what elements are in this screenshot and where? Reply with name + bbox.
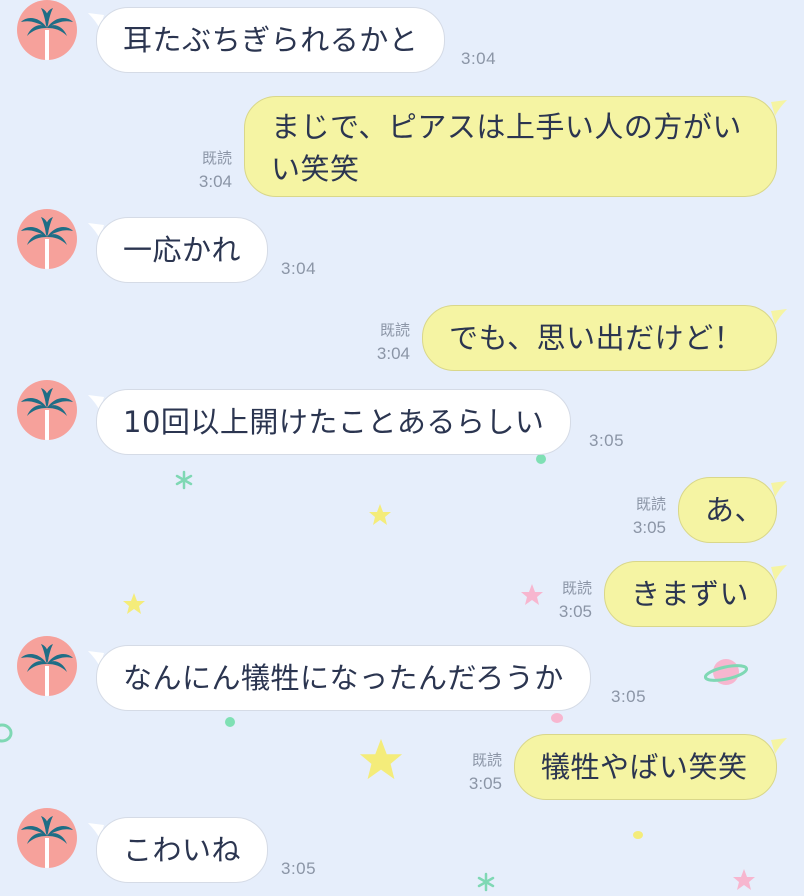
star-icon (123, 593, 145, 614)
message-time: 3:04 (461, 49, 497, 68)
message-time: 3:05 (558, 602, 592, 621)
message-time: 3:05 (632, 518, 666, 537)
message-time: 3:04 (376, 344, 410, 363)
message-bubble[interactable]: まじで、ピアスは上手い人の方がいい笑笑 (244, 96, 777, 197)
read-receipt: 既読 (635, 495, 666, 513)
sparkle-icon (477, 872, 495, 892)
ring-icon (0, 723, 13, 743)
avatar[interactable] (17, 209, 77, 269)
message-bubble[interactable]: こわいね (96, 817, 269, 883)
bubble-tail (771, 309, 787, 325)
chat-view: 耳たぶちぎられるかと 3:04 既読 3:04 まじで、ピアスは上手い人の方がい… (0, 0, 804, 896)
message-bubble[interactable]: でも、思い出だけど！ (422, 305, 777, 371)
palm-tree-icon (21, 644, 73, 696)
palm-tree-icon (21, 816, 73, 868)
read-receipt: 既読 (201, 149, 232, 167)
message-meta: 既読 3:05 (530, 576, 592, 624)
message-time: 3:05 (281, 859, 317, 878)
message-time: 3:05 (589, 431, 625, 450)
star-icon (733, 869, 755, 890)
bubble-tail (771, 565, 787, 581)
read-receipt: 既読 (379, 321, 410, 339)
star-icon (359, 738, 403, 780)
bubble-tail (771, 481, 787, 497)
star-icon (369, 504, 391, 525)
read-receipt: 既読 (561, 579, 592, 597)
bubble-tail (771, 100, 787, 116)
message-meta: 既読 3:05 (440, 748, 502, 796)
planet-icon (704, 659, 748, 685)
bubble-tail (771, 738, 787, 754)
message-time: 3:05 (468, 774, 502, 793)
palm-tree-icon (21, 217, 73, 269)
sparkle-icon (175, 470, 193, 490)
dot-icon (633, 831, 643, 839)
message-meta: 既読 3:04 (348, 318, 410, 366)
dot-icon (225, 717, 235, 727)
dot-icon (551, 713, 563, 723)
message-bubble[interactable]: 一応かれ (96, 217, 269, 283)
avatar[interactable] (17, 0, 77, 60)
message-time: 3:05 (611, 687, 647, 706)
message-bubble[interactable]: 犠牲やばい笑笑 (514, 734, 777, 800)
message-meta: 既読 3:04 (170, 146, 232, 194)
message-bubble[interactable]: 耳たぶちぎられるかと (96, 7, 446, 73)
palm-tree-icon (21, 388, 73, 440)
message-bubble[interactable]: なんにん犠牲になったんだろうか (96, 645, 591, 711)
message-meta: 既読 3:05 (604, 492, 666, 540)
read-receipt: 既読 (471, 751, 502, 769)
message-time: 3:04 (198, 172, 232, 191)
avatar[interactable] (17, 380, 77, 440)
avatar[interactable] (17, 808, 77, 868)
message-bubble[interactable]: あ、 (678, 477, 777, 543)
message-bubble[interactable]: きまずい (604, 561, 777, 627)
avatar[interactable] (17, 636, 77, 696)
palm-tree-icon (21, 8, 73, 60)
message-time: 3:04 (281, 259, 317, 278)
message-bubble[interactable]: 10回以上開けたことあるらしい (96, 389, 572, 455)
